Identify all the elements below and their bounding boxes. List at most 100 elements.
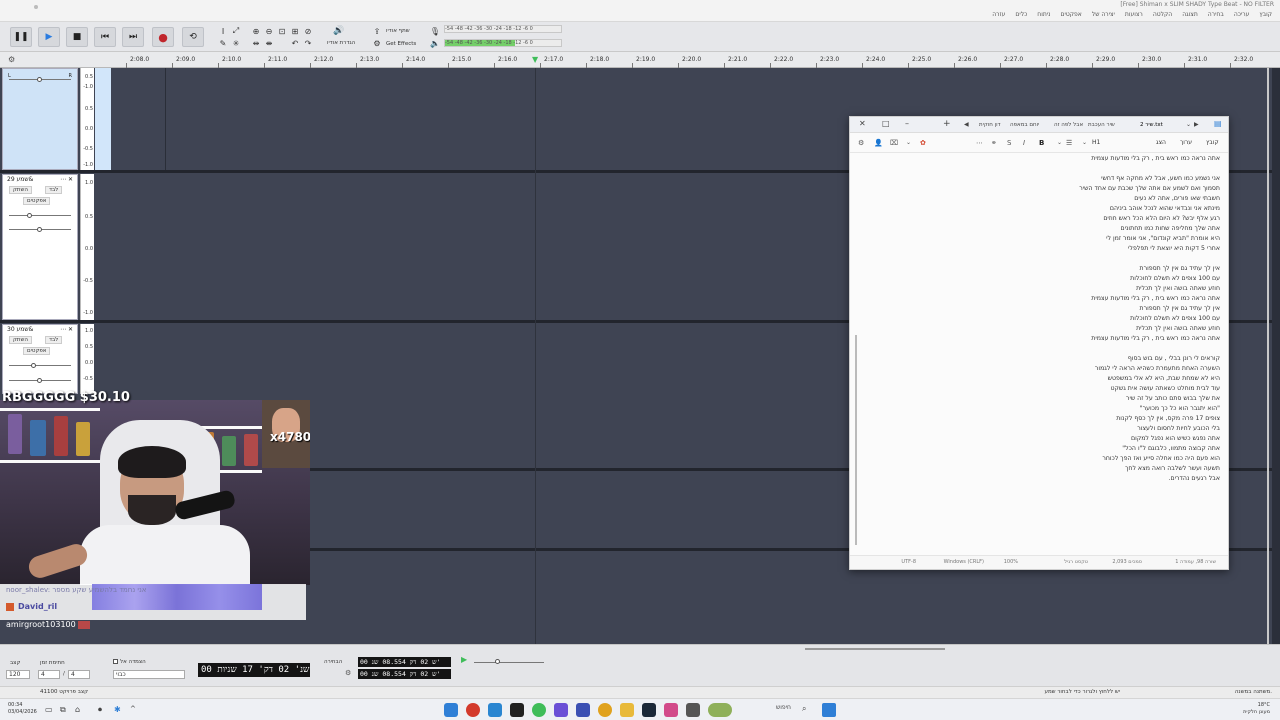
track-3-gain-slider[interactable] <box>9 365 71 366</box>
menu-effects[interactable]: אפקטים <box>1061 11 1082 18</box>
chrome-taskbar-icon[interactable] <box>598 703 612 717</box>
track-1-panel[interactable]: L R <box>2 68 78 170</box>
more-icon[interactable]: ⋯ <box>976 139 983 147</box>
selection-end[interactable]: 00 ש 02 דק 08.554 שנ' <box>358 669 451 679</box>
zoom-sel-icon[interactable]: ⊡ <box>277 26 287 36</box>
menu-help[interactable]: עזרה <box>992 11 1005 18</box>
tab-4[interactable]: יוחם במאפה <box>1010 122 1039 128</box>
copilot-icon[interactable]: ✿ <box>920 139 926 147</box>
weather-widget[interactable]: 18°C מעונן חלקית <box>1243 702 1270 716</box>
tab-2[interactable]: שיר העכבת <box>1088 122 1115 128</box>
tabs-right-icon[interactable]: ▶ <box>1194 121 1199 128</box>
taskbar-search[interactable]: חיפוש <box>776 704 791 711</box>
redo-icon[interactable]: ↷ <box>303 38 313 48</box>
network-icon[interactable]: ⌂ <box>75 705 80 714</box>
record-button[interactable]: ● <box>152 27 174 47</box>
notepad-window[interactable]: ✕ □ – + ◀ דון חוקית יוחם במאפה אבל לפה ז… <box>849 116 1229 570</box>
whatsapp-taskbar-icon[interactable] <box>532 703 546 717</box>
heading-button[interactable]: H1 <box>1092 139 1100 146</box>
clear-format-icon[interactable]: ⌧ <box>890 139 898 147</box>
audio-setup-icon[interactable]: 🔊 <box>333 26 344 36</box>
track-2-pan-knob[interactable] <box>37 227 42 232</box>
bluetooth-icon[interactable]: ✱ <box>114 705 121 714</box>
track-2-mute-button[interactable]: השתק <box>9 186 33 194</box>
skip-end-button[interactable]: ⏭ <box>122 27 144 47</box>
menu-file[interactable]: קובץ <box>1206 139 1219 146</box>
maximize-icon[interactable]: □ <box>882 119 890 128</box>
track-2-menu-icon[interactable]: ⋯ ✕ <box>60 176 73 183</box>
menu-tracks[interactable]: רצועות <box>1125 11 1143 18</box>
monitor-icon[interactable]: ⧉ <box>60 705 66 715</box>
chevron-down-icon[interactable]: ⌄ <box>906 139 911 146</box>
list-icon[interactable]: ☰ <box>1066 139 1072 147</box>
zoom-fit-icon[interactable]: ⊞ <box>290 26 300 36</box>
tab-3[interactable]: אבל לפה זה <box>1054 122 1083 128</box>
timeline-ruler[interactable]: ⚙ ▼ 2:08.0 2:09.0 2:10.0 2:11.0 2:12.0 2:13.0… <box>0 52 1280 68</box>
explorer-taskbar-icon[interactable] <box>620 703 634 717</box>
link-icon[interactable]: ⚭ <box>991 139 997 147</box>
track-3-name[interactable]: שמע 30& <box>7 326 33 333</box>
playhead-marker-icon[interactable]: ▼ <box>532 55 538 64</box>
audio-setup-label[interactable]: הגדרת אודיו <box>327 40 355 46</box>
menu-record[interactable]: הקלטה <box>1153 11 1172 18</box>
time-sig-den[interactable]: 4 <box>68 670 90 679</box>
track-3-mute-button[interactable]: השתק <box>9 336 33 344</box>
minimize-icon[interactable]: – <box>905 119 909 128</box>
zoom-toggle-icon[interactable]: ⊘ <box>303 26 313 36</box>
skip-start-button[interactable]: ⏮ <box>94 27 116 47</box>
track-3-effects-button[interactable]: אפקטים <box>23 347 51 355</box>
share-audio-button[interactable]: שתף אודיו <box>386 28 410 34</box>
menu-view[interactable]: הצג <box>1156 139 1166 146</box>
tab-5[interactable]: דון חוקית <box>979 122 1001 128</box>
tab-1-active[interactable]: שיר 2.txt <box>1140 122 1163 128</box>
menu-file[interactable]: קובץ <box>1259 11 1272 18</box>
main-time-display[interactable]: 00 שנ' 02 דק' 17 שניות <box>198 663 310 677</box>
menu-edit[interactable]: עריכה <box>1234 11 1250 18</box>
italic-icon[interactable]: I <box>1023 139 1025 147</box>
snap-select[interactable]: כבוי <box>113 670 185 679</box>
widget-taskbar-icon[interactable] <box>708 703 732 717</box>
share-icon[interactable]: ⇪ <box>372 26 382 36</box>
loop-button[interactable]: ⟲ <box>182 27 204 47</box>
menu-generate[interactable]: יצירה של <box>1092 11 1115 18</box>
selection-settings-icon[interactable]: ⚙ <box>345 669 351 677</box>
show-desktop-icon[interactable]: ▭ <box>45 705 53 714</box>
tabs-left-icon[interactable]: ◀ <box>964 121 969 128</box>
menu-edit[interactable]: ערוך <box>1180 139 1192 146</box>
app-taskbar-icon[interactable] <box>576 703 590 717</box>
get-effects-button[interactable]: Get Effects <box>386 41 416 47</box>
menu-view[interactable]: תצוגה <box>1182 11 1198 18</box>
multi-tool-icon[interactable]: ✳ <box>231 38 241 48</box>
rate-input[interactable]: 120 <box>6 670 30 679</box>
notepad-taskbar-icon[interactable] <box>444 703 458 717</box>
horizontal-scrollbar[interactable] <box>805 648 945 650</box>
snap-checkbox[interactable] <box>113 659 118 664</box>
menu-analyze[interactable]: ניתוח <box>1037 11 1050 18</box>
bold-icon[interactable]: B <box>1039 139 1044 147</box>
close-icon[interactable]: ✕ <box>859 119 866 128</box>
settings-icon[interactable]: ⚙ <box>858 139 864 147</box>
list-chevron-icon[interactable]: ⌄ <box>1057 139 1062 146</box>
effects-icon[interactable]: ⚙ <box>372 38 382 48</box>
start-button-icon[interactable] <box>822 703 836 717</box>
trim-icon[interactable]: ⇹ <box>251 38 261 48</box>
track-3-gain-knob[interactable] <box>31 363 36 368</box>
discord-taskbar-icon[interactable] <box>554 703 568 717</box>
track-3-panel[interactable]: שמע 30& ⋯ ✕ השתק לבד אפקטים <box>2 324 78 394</box>
track-2-panel[interactable]: שמע 29& ⋯ ✕ השתק לבד אפקטים <box>2 174 78 320</box>
envelope-tool-icon[interactable]: ⤢ <box>231 26 241 36</box>
account-icon[interactable]: 👤 <box>874 139 883 147</box>
zoom-in-icon[interactable]: ⊕ <box>251 26 261 36</box>
track-2-name[interactable]: שמע 29& <box>7 176 33 183</box>
steam-taskbar-icon[interactable] <box>642 703 656 717</box>
undo-icon[interactable]: ↶ <box>290 38 300 48</box>
notepad-text-area[interactable]: אתה נראה כמו ראש בית , רק בלי מודעות עצמ… <box>860 154 1220 494</box>
selection-start[interactable]: 00 ש 02 דק 08.554 שנ' <box>358 657 451 667</box>
menu-tools[interactable]: כלים <box>1015 11 1027 18</box>
heading-chevron-icon[interactable]: ⌄ <box>1082 139 1087 146</box>
obs-taskbar-icon[interactable] <box>686 703 700 717</box>
vertical-scrollbar[interactable] <box>1267 68 1269 644</box>
paint-taskbar-icon[interactable] <box>664 703 678 717</box>
strikethrough-icon[interactable]: S <box>1007 139 1011 147</box>
tray-chevron-icon[interactable]: ^ <box>130 705 136 713</box>
